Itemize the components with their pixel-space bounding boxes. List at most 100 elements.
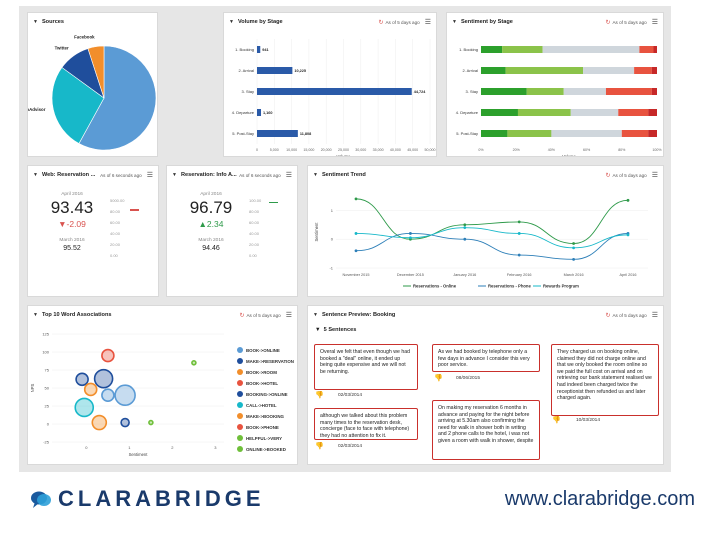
- trend-point: [463, 226, 467, 230]
- word-legend-item[interactable]: CALL->HOTEL: [237, 402, 277, 408]
- sentence-card[interactable]: They charged us on booking online, claim…: [551, 344, 659, 416]
- x-tick-label: 100%: [652, 148, 662, 152]
- trend-point: [463, 237, 467, 241]
- x-tick-label: 20%: [513, 148, 521, 152]
- scale-label: 5000.00: [110, 198, 125, 203]
- sentiment-stage-card: ▼ Sentiment by Stage ↻ As of 5 days ago ☰…: [446, 12, 664, 157]
- sentence-card[interactable]: although we talked about this problem ma…: [314, 408, 418, 440]
- sentiment-segment: [618, 109, 649, 116]
- trend-point: [572, 246, 575, 250]
- word-legend-item[interactable]: ONLINE->BOOKED: [237, 446, 286, 452]
- word-legend-item[interactable]: MAKE->RESERVATION: [237, 358, 294, 364]
- legend-label: BOOK->ROOM: [246, 369, 277, 375]
- y-category-label: 5. Post-Stay: [456, 131, 478, 136]
- sentence-count[interactable]: ▼ 5 Sentences: [315, 327, 356, 333]
- volume-card-header: ▼ Volume by Stage ↻ As of 5 days ago ☰: [224, 13, 436, 31]
- word-bubble: [75, 372, 89, 387]
- previous-period-label: March 2016: [198, 238, 224, 243]
- collapse-caret-icon[interactable]: ▼: [33, 172, 38, 178]
- word-associations-card-header: ▼ Top 10 Word Associations ↻ As of 5 days…: [28, 306, 297, 324]
- thumbs-down-icon: 👎: [315, 392, 324, 399]
- word-legend-item[interactable]: BOOK->ONLINE: [237, 347, 280, 353]
- card-menu-icon[interactable]: ☰: [286, 171, 292, 179]
- word-associations-card: ▼ Top 10 Word Associations ↻ As of 5 days…: [27, 305, 298, 465]
- x-tick-label: November 2015: [342, 273, 369, 277]
- word-bubble: [120, 417, 130, 428]
- scale-label: 80.00: [249, 209, 260, 214]
- trend-point: [572, 242, 575, 245]
- card-menu-icon[interactable]: ☰: [652, 311, 658, 319]
- sentiment-segment: [481, 46, 503, 53]
- word-legend-item[interactable]: HELPFUL->VERY: [237, 435, 282, 441]
- legend-label: Rewards Program: [543, 284, 579, 289]
- word-bubble: [191, 359, 197, 366]
- previous-value: 94.46: [202, 245, 220, 252]
- sentiment-segment: [621, 130, 649, 137]
- web-reservation-kpi-card: ▼ Web: Reservation ... As of 6 seconds a…: [27, 165, 159, 297]
- card-menu-icon[interactable]: ☰: [147, 171, 153, 179]
- card-menu-icon[interactable]: ☰: [425, 18, 431, 26]
- refresh-icon[interactable]: ↻: [605, 172, 610, 179]
- scale-label: 40.00: [110, 231, 121, 236]
- x-tick-label: April 2016: [619, 273, 636, 277]
- x-tick-label: 35,000: [373, 148, 384, 152]
- refresh-icon[interactable]: ↻: [239, 312, 244, 319]
- y-category-label: 2. Arrival: [238, 68, 254, 73]
- x-tick-label: 2: [171, 445, 174, 450]
- scale-label: 60.00: [110, 220, 121, 225]
- sentence-card[interactable]: Overal we felt that even though we had b…: [314, 344, 418, 390]
- trend-point: [626, 198, 630, 202]
- word-legend-item[interactable]: BOOK->PHONE: [237, 424, 279, 430]
- card-title: Web: Reservation ...: [41, 172, 96, 178]
- refresh-icon[interactable]: ↻: [605, 312, 610, 319]
- refresh-icon[interactable]: ↻: [605, 19, 610, 26]
- x-axis-label: Volume: [337, 154, 352, 157]
- current-period-label: April 2016: [200, 192, 222, 197]
- x-axis-label: Sentiment: [129, 452, 149, 457]
- collapse-caret-icon[interactable]: ▼: [452, 19, 457, 25]
- collapse-caret-icon[interactable]: ▼: [313, 312, 318, 318]
- card-title: Sources: [41, 19, 65, 25]
- word-association-bubble-chart: 125 100 75 50 25 0 -25 0 1 2 3 Sentiment NPS: [30, 332, 224, 457]
- scale-label: 80.00: [110, 209, 121, 214]
- refresh-icon[interactable]: ↻: [378, 19, 383, 26]
- card-menu-icon[interactable]: ☰: [286, 311, 292, 319]
- sentence-text: Overal we felt that even though we had b…: [320, 349, 410, 375]
- sentiment-segment: [648, 130, 657, 137]
- card-title: Top 10 Word Associations: [41, 312, 112, 318]
- word-legend-item[interactable]: BOOK->HOTEL: [237, 380, 278, 386]
- scale-label: 100.00: [249, 198, 262, 203]
- current-value: 93.43: [50, 198, 94, 217]
- legend-label: CALL->HOTEL: [246, 402, 277, 408]
- legend-color-dot: [237, 446, 243, 452]
- y-category-label: 4. Departure: [456, 110, 479, 115]
- x-tick-label: 15,000: [303, 148, 314, 152]
- reservation-info-kpi-card: ▼ Reservation: Info A... As of 6 seconds…: [166, 165, 298, 297]
- website-url[interactable]: www.clarabridge.com: [505, 488, 695, 511]
- sentiment-segment: [648, 109, 657, 116]
- collapse-caret-icon[interactable]: ▼: [172, 172, 177, 178]
- x-tick-label: 0%: [478, 148, 484, 152]
- x-tick-label: March 2016: [564, 273, 584, 277]
- collapse-caret-icon[interactable]: ▼: [313, 172, 318, 178]
- y-tick-label: 100: [42, 350, 49, 355]
- collapse-caret-icon[interactable]: ▼: [229, 19, 234, 25]
- word-legend-item[interactable]: BOOK->ROOM: [237, 369, 277, 375]
- volume-card: ▼ Volume by Stage ↻ As of 5 days ago ☰ 0 5…: [223, 12, 437, 157]
- word-bubble: [93, 368, 114, 389]
- word-legend-item[interactable]: BOOKING->ONLINE: [237, 391, 288, 397]
- word-legend-item[interactable]: MAKE->BOOKING: [237, 413, 284, 419]
- sentiment-segment: [502, 46, 543, 53]
- sentence-card[interactable]: On making my reservation 6 months in adv…: [432, 400, 540, 460]
- legend-label: MAKE->RESERVATION: [246, 358, 294, 364]
- y-tick-label: -25: [43, 440, 50, 445]
- card-menu-icon[interactable]: ☰: [652, 171, 658, 179]
- trend-point: [354, 249, 358, 253]
- collapse-caret-icon[interactable]: ▼: [33, 19, 38, 25]
- collapse-caret-icon[interactable]: ▼: [33, 312, 38, 318]
- last-updated: ↻ As of 5 days ago: [605, 19, 646, 26]
- card-menu-icon[interactable]: ☰: [652, 18, 658, 26]
- sentence-card[interactable]: As we had booked by telephone only a few…: [432, 344, 540, 372]
- word-bubble: [148, 419, 154, 426]
- sentence-text: On making my reservation 6 months in adv…: [438, 405, 534, 444]
